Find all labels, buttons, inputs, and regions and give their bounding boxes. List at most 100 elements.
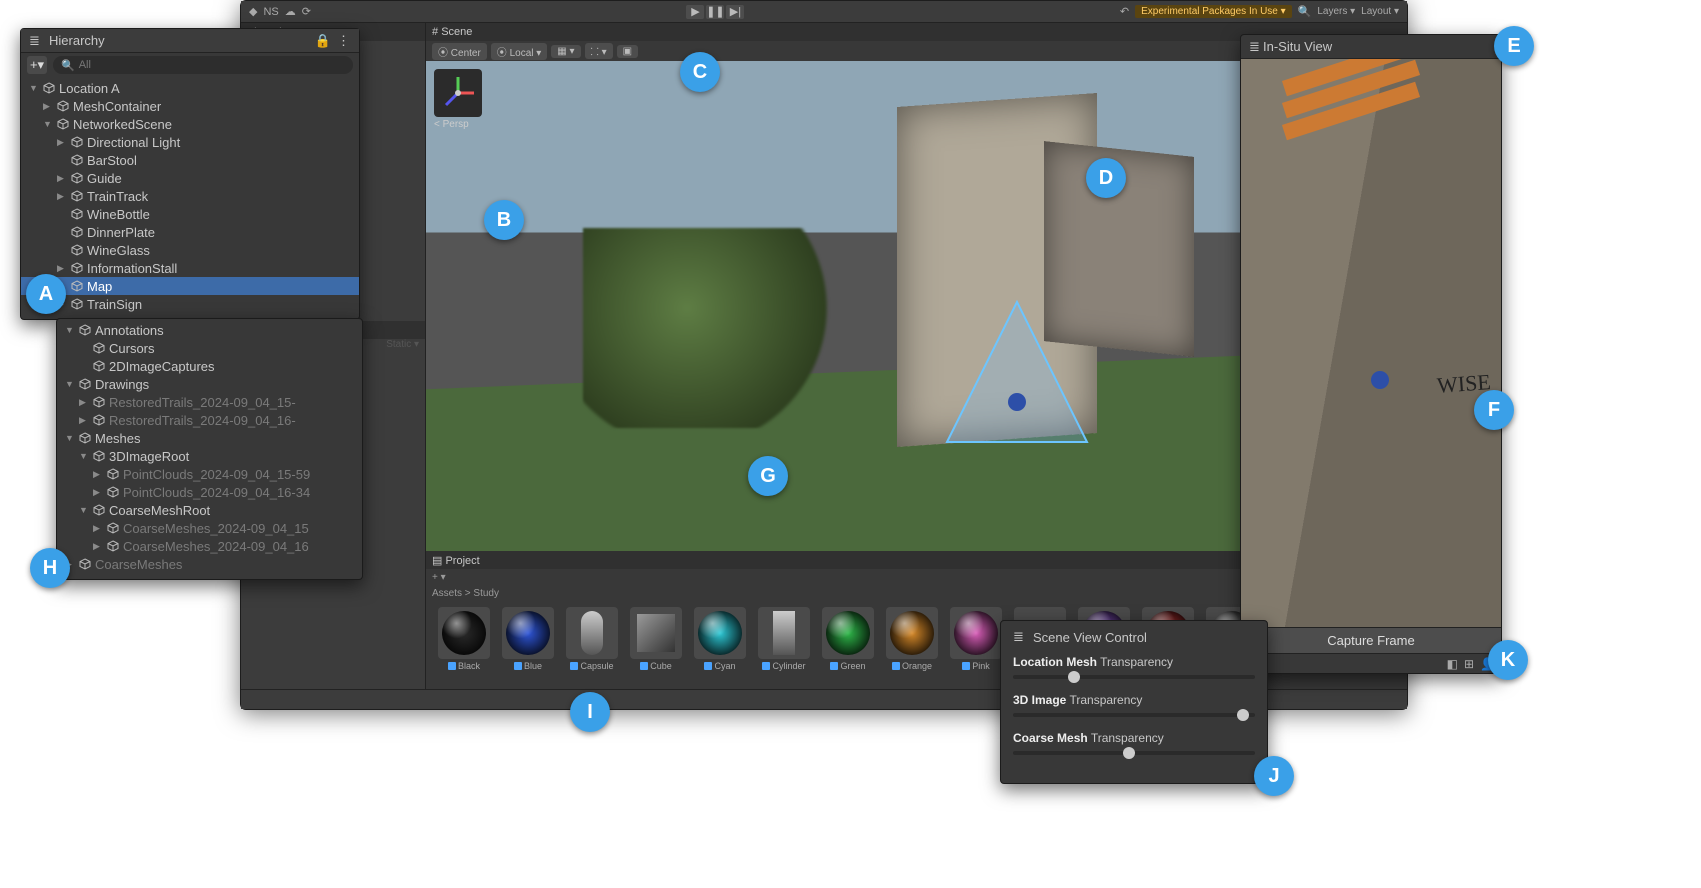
hierarchy-item[interactable]: ▶Map (21, 277, 359, 295)
expand-arrow-icon[interactable]: ▼ (65, 433, 75, 443)
asset-item[interactable]: Capsule (564, 607, 620, 671)
hierarchy-item[interactable]: ▶CoarseMeshes_2024-09_04_16 (57, 537, 362, 555)
sync-icon[interactable]: ⟳ (302, 5, 311, 18)
hierarchy-item[interactable]: ▶TrainTrack (21, 187, 359, 205)
asset-item[interactable]: Black (436, 607, 492, 671)
project-add-button[interactable]: + ▾ (432, 572, 446, 583)
expand-arrow-icon[interactable]: ▶ (57, 173, 67, 184)
scene-view-control-title[interactable]: ≣ Scene View Control (1013, 629, 1255, 645)
footer-icon-1[interactable]: ◧ (1447, 657, 1458, 671)
expand-arrow-icon[interactable]: ▶ (93, 523, 103, 534)
hierarchy-item[interactable]: ▼NetworkedScene (21, 115, 359, 133)
slider-knob[interactable] (1068, 671, 1080, 683)
hierarchy-item[interactable]: BarStool (21, 151, 359, 169)
lock-icon[interactable]: 🔒 (315, 33, 331, 49)
snap-toggle[interactable]: ⸬ ▾ (585, 43, 613, 59)
slider-track[interactable] (1013, 751, 1255, 755)
slider-knob[interactable] (1237, 709, 1249, 721)
capture-frame-button[interactable]: Capture Frame (1241, 627, 1501, 653)
experimental-packages-badge[interactable]: Experimental Packages In Use ▾ (1135, 5, 1292, 18)
hierarchy-item-label: BarStool (87, 153, 137, 168)
expand-arrow-icon[interactable]: ▶ (79, 415, 89, 426)
kebab-icon[interactable]: ⋮ (337, 33, 351, 49)
expand-arrow-icon[interactable]: ▶ (57, 137, 67, 148)
cloud-icon[interactable]: ☁ (285, 5, 296, 18)
hierarchy-item[interactable]: ▶CoarseMeshes (57, 555, 362, 573)
hierarchy-item[interactable]: ▼Drawings (57, 375, 362, 393)
space-local-toggle[interactable]: ⦿ Local ▾ (491, 43, 548, 60)
hierarchy-item[interactable]: ▼Meshes (57, 429, 362, 447)
grid-toggle[interactable]: ▦ ▾ (551, 45, 580, 58)
expand-arrow-icon[interactable]: ▶ (93, 541, 103, 552)
gameobject-icon (93, 360, 105, 372)
expand-arrow-icon[interactable]: ▼ (43, 119, 53, 129)
projection-label[interactable]: < Persp (434, 119, 469, 130)
hierarchy-item[interactable]: 2DImageCaptures (57, 357, 362, 375)
expand-arrow-icon[interactable]: ▶ (43, 101, 53, 112)
expand-arrow-icon[interactable]: ▼ (79, 451, 89, 461)
hierarchy-item[interactable]: ▼CoarseMeshRoot (57, 501, 362, 519)
asset-item[interactable]: Cylinder (756, 607, 812, 671)
create-button[interactable]: +▾ (27, 56, 47, 74)
gizmo-toggle[interactable]: ▣ (617, 45, 638, 58)
expand-arrow-icon[interactable]: ▼ (65, 379, 75, 389)
hierarchy-item[interactable]: WineBottle (21, 205, 359, 223)
expand-arrow-icon[interactable]: ▶ (57, 191, 67, 202)
asset-item[interactable]: Green (820, 607, 876, 671)
asset-item[interactable]: Orange (884, 607, 940, 671)
in-situ-viewport[interactable]: WISE (1241, 59, 1501, 627)
hierarchy-item[interactable]: ▼3DImageRoot (57, 447, 362, 465)
asset-label: Blue (514, 661, 542, 671)
hierarchy-item[interactable]: DinnerPlate (21, 223, 359, 241)
hierarchy-item[interactable]: ▶TrainSign (21, 295, 359, 313)
play-button[interactable]: ▶ (686, 5, 704, 19)
step-button[interactable]: ▶| (726, 5, 744, 19)
hierarchy-item[interactable]: ▶MeshContainer (21, 97, 359, 115)
hierarchy-item[interactable]: ▶PointClouds_2024-09_04_16-34 (57, 483, 362, 501)
project-breadcrumb[interactable]: Assets > Study (432, 588, 499, 599)
asset-item[interactable]: Cyan (692, 607, 748, 671)
undo-history-icon[interactable]: ↶ (1120, 5, 1129, 18)
in-situ-title-bar[interactable]: ≣ In-Situ View (1241, 35, 1501, 59)
hierarchy-item[interactable]: ▶RestoredTrails_2024-09_04_15- (57, 393, 362, 411)
layout-dropdown[interactable]: Layout ▾ (1361, 6, 1399, 17)
footer-icon-2[interactable]: ⊞ (1464, 657, 1474, 671)
hierarchy-item[interactable]: ▶Directional Light (21, 133, 359, 151)
hierarchy-item[interactable]: ▶Guide (21, 169, 359, 187)
hierarchy-icon: ≣ (29, 33, 43, 49)
hierarchy-item[interactable]: ▶InformationStall (21, 259, 359, 277)
project-tab[interactable]: ▤ Project (432, 554, 480, 567)
scene-tab[interactable]: # Scene (432, 26, 472, 38)
asset-thumbnail (694, 607, 746, 659)
search-icon[interactable]: 🔍 (1298, 5, 1312, 18)
gameobject-icon (79, 324, 91, 336)
pause-button[interactable]: ❚❚ (706, 5, 724, 19)
hierarchy-item[interactable]: ▼Location A (21, 79, 359, 97)
expand-arrow-icon[interactable]: ▶ (79, 397, 89, 408)
asset-item[interactable]: Blue (500, 607, 556, 671)
slider-track[interactable] (1013, 713, 1255, 717)
orientation-gizmo[interactable] (434, 69, 482, 117)
expand-arrow-icon[interactable]: ▶ (93, 469, 103, 480)
pivot-center-toggle[interactable]: ⦿ Center (432, 43, 487, 60)
gameobject-icon (93, 450, 105, 462)
asset-item[interactable]: Pink (948, 607, 1004, 671)
slider-knob[interactable] (1123, 747, 1135, 759)
hierarchy-item[interactable]: ▶RestoredTrails_2024-09_04_16- (57, 411, 362, 429)
expand-arrow-icon[interactable]: ▼ (79, 505, 89, 515)
slider-track[interactable] (1013, 675, 1255, 679)
asset-item[interactable]: Cube (628, 607, 684, 671)
hierarchy-search[interactable]: 🔍 All (53, 56, 353, 74)
expand-arrow-icon[interactable]: ▶ (57, 263, 67, 274)
expand-arrow-icon[interactable]: ▼ (29, 83, 39, 93)
hierarchy-item[interactable]: ▶CoarseMeshes_2024-09_04_15 (57, 519, 362, 537)
hierarchy-item[interactable]: ▼Annotations (57, 321, 362, 339)
layers-dropdown[interactable]: Layers ▾ (1317, 6, 1355, 17)
hierarchy-item[interactable]: Cursors (57, 339, 362, 357)
hierarchy-item[interactable]: ▶PointClouds_2024-09_04_15-59 (57, 465, 362, 483)
expand-arrow-icon[interactable]: ▶ (93, 487, 103, 498)
top-toolbar: ◆ NS ☁ ⟳ ▶ ❚❚ ▶| ↶ Experimental Packages… (241, 1, 1407, 23)
expand-arrow-icon[interactable]: ▼ (65, 325, 75, 335)
hierarchy-item[interactable]: WineGlass (21, 241, 359, 259)
hierarchy-title-bar[interactable]: ≣ Hierarchy 🔒 ⋮ (21, 29, 359, 53)
